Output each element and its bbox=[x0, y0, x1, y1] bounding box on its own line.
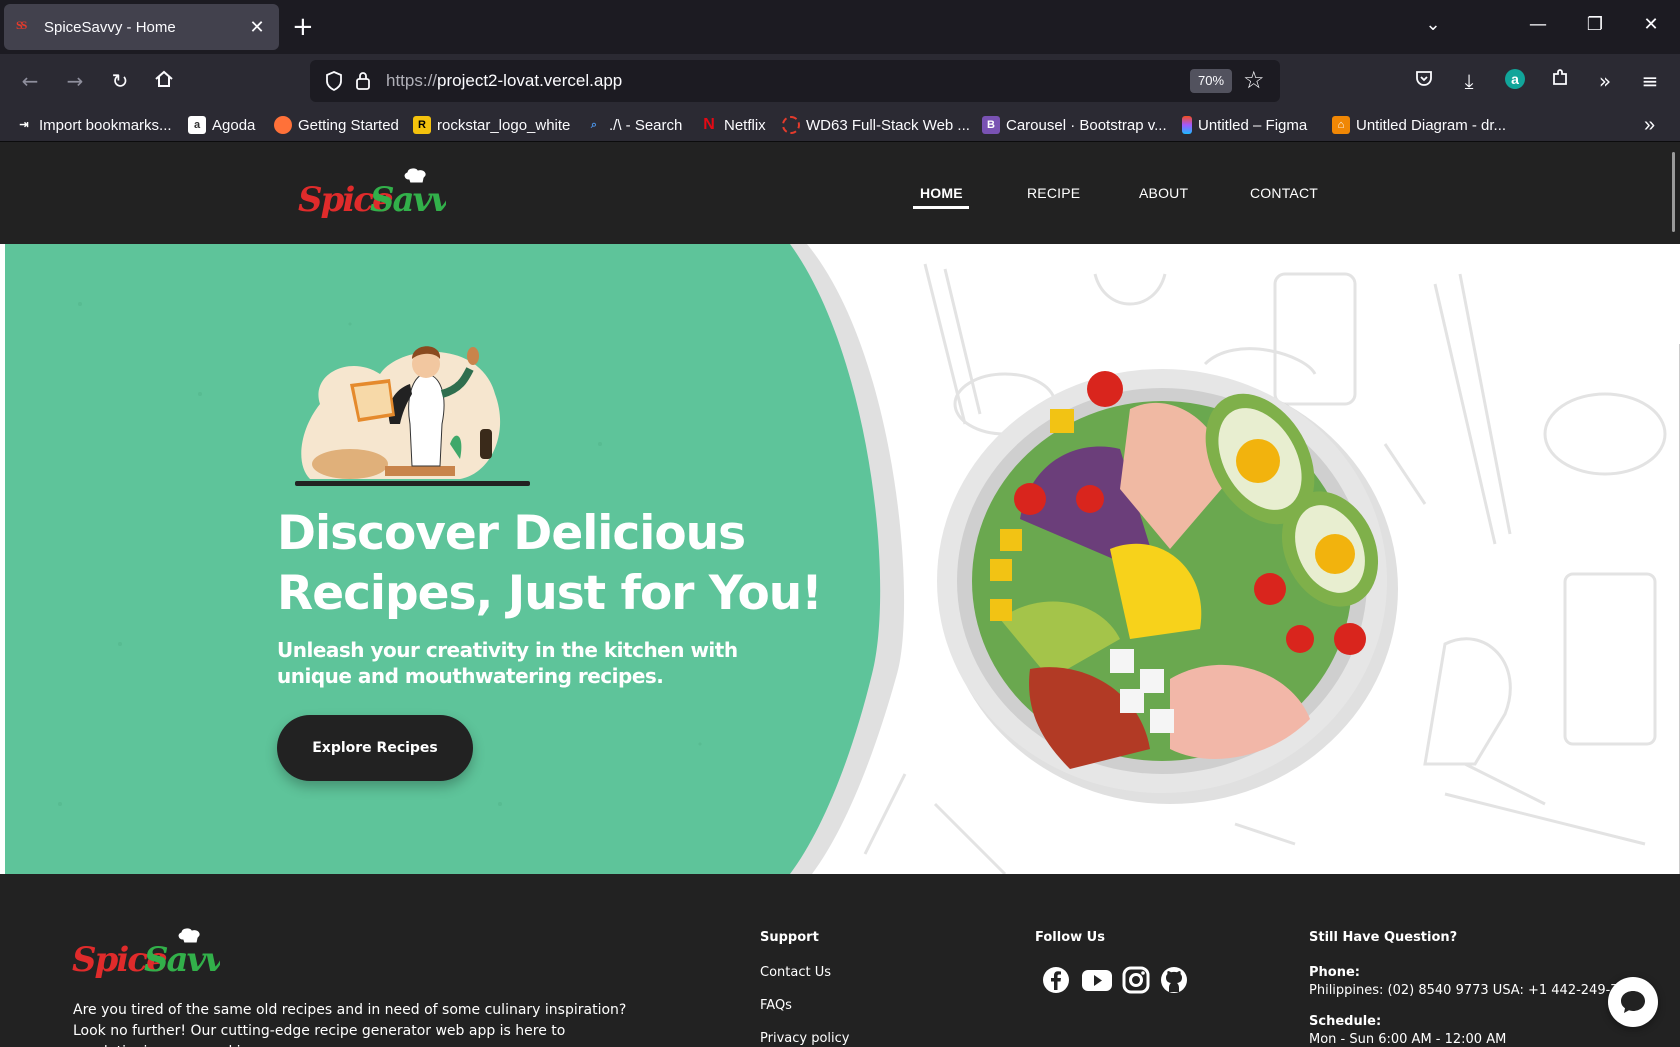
bookmarks-toolbar: ⇥ Import bookmarks... a Agoda Getting Star… bbox=[0, 108, 1680, 142]
phone-label: Phone: bbox=[1309, 965, 1360, 980]
chat-icon bbox=[1621, 991, 1645, 1013]
bookmark-figma[interactable]: Untitled – Figma bbox=[1182, 115, 1307, 135]
chef-reading-recipe-illustration bbox=[295, 346, 530, 486]
bootstrap-icon: B bbox=[982, 116, 1000, 134]
forward-icon[interactable]: → bbox=[62, 68, 88, 94]
faqs-link[interactable]: FAQs bbox=[760, 998, 792, 1013]
schedule-value: Mon - Sun 6:00 AM - 12:00 AM bbox=[1309, 1032, 1507, 1047]
avion-icon bbox=[782, 116, 800, 134]
extensions-icon[interactable] bbox=[1547, 68, 1573, 94]
svg-text:a: a bbox=[1511, 71, 1519, 87]
web-page: Spice Savvy HOME RECIPE ABOUT CONTACT bbox=[0, 142, 1680, 1047]
svg-text:Savvy: Savvy bbox=[144, 940, 220, 980]
github-icon[interactable] bbox=[1160, 966, 1188, 994]
nav-recipe[interactable]: RECIPE bbox=[1027, 185, 1080, 209]
hero-subtitle: Unleash your creativity in the kitchen w… bbox=[277, 638, 738, 688]
home-icon[interactable] bbox=[151, 68, 177, 94]
tab-close-icon[interactable]: ✕ bbox=[247, 17, 267, 38]
still-have-question-heading: Still Have Question? bbox=[1309, 930, 1458, 945]
bookmark-netflix[interactable]: N Netflix bbox=[700, 115, 765, 135]
app-menu-icon[interactable]: ≡ bbox=[1637, 68, 1663, 94]
contact-us-link[interactable]: Contact Us bbox=[760, 965, 831, 980]
list-all-tabs-icon[interactable]: ⌄ bbox=[1420, 14, 1446, 35]
bookmark-import[interactable]: ⇥ Import bookmarks... bbox=[15, 115, 171, 135]
bookmark-agoda[interactable]: a Agoda bbox=[188, 115, 255, 135]
extension-a-icon[interactable]: a bbox=[1502, 68, 1528, 94]
nav-contact[interactable]: CONTACT bbox=[1250, 185, 1318, 209]
bookmark-wd63[interactable]: WD63 Full-Stack Web ... bbox=[782, 115, 970, 135]
new-tab-icon[interactable]: + bbox=[292, 12, 314, 42]
restore-icon[interactable]: ❐ bbox=[1582, 14, 1608, 35]
agoda-icon: a bbox=[188, 116, 206, 134]
explore-recipes-button[interactable]: Explore Recipes bbox=[277, 715, 473, 781]
salad-bowl-image bbox=[937, 369, 1398, 804]
footer-spicesavvy-logo[interactable]: Spice Savvy bbox=[70, 926, 220, 984]
back-icon[interactable]: ← bbox=[17, 68, 43, 94]
support-heading: Support bbox=[760, 930, 819, 945]
site-header: Spice Savvy HOME RECIPE ABOUT CONTACT bbox=[0, 142, 1680, 244]
import-icon: ⇥ bbox=[19, 119, 29, 131]
site-footer: Spice Savvy Are you tired of the same ol… bbox=[0, 874, 1680, 1047]
url-text[interactable]: https://project2-lovat.vercel.app bbox=[386, 71, 622, 91]
drawio-icon: ⌂ bbox=[1332, 116, 1350, 134]
privacy-policy-link[interactable]: Privacy policy bbox=[760, 1031, 849, 1046]
youtube-icon[interactable] bbox=[1081, 966, 1113, 994]
netflix-icon: N bbox=[703, 116, 715, 133]
navigation-toolbar: ← → ↻ https://project2-lovat.vercel.app … bbox=[0, 54, 1680, 108]
chat-bubble-button[interactable] bbox=[1608, 977, 1658, 1027]
lock-icon[interactable] bbox=[354, 70, 372, 96]
bookmark-bootstrap[interactable]: B Carousel · Bootstrap v... bbox=[982, 115, 1167, 135]
hero-title: Discover Delicious Recipes, Just for You… bbox=[277, 506, 823, 621]
instagram-icon[interactable] bbox=[1122, 966, 1150, 994]
shield-icon[interactable] bbox=[324, 70, 344, 96]
nav-about[interactable]: ABOUT bbox=[1139, 185, 1188, 209]
page-scrollbar-thumb[interactable] bbox=[1672, 152, 1675, 232]
tab-title: SpiceSavvy - Home bbox=[44, 18, 176, 36]
bookmark-getting-started[interactable]: Getting Started bbox=[274, 115, 399, 135]
svg-text:Savvy: Savvy bbox=[370, 180, 446, 220]
more-bookmarks-icon[interactable]: » bbox=[1644, 114, 1655, 136]
schedule-label: Schedule: bbox=[1309, 1014, 1382, 1029]
rockstar-icon: R bbox=[413, 116, 431, 134]
spicesavvy-logo[interactable]: Spice Savvy bbox=[296, 166, 446, 224]
footer-about-text: Are you tired of the same old recipes an… bbox=[73, 1002, 627, 1047]
bookmark-drawio[interactable]: ⌂ Untitled Diagram - dr... bbox=[1332, 115, 1506, 135]
minimize-icon[interactable]: — bbox=[1525, 14, 1551, 35]
phone-value: Philippines: (02) 8540 9773 USA: +1 442-… bbox=[1309, 983, 1627, 998]
pocket-icon[interactable] bbox=[1411, 68, 1437, 94]
bookmark-rockstar[interactable]: Rrockstar_logo_white bbox=[413, 115, 570, 135]
hero-section: Discover Delicious Recipes, Just for You… bbox=[5, 244, 1680, 874]
overflow-chevrons-icon[interactable]: » bbox=[1592, 68, 1618, 94]
follow-us-heading: Follow Us bbox=[1035, 930, 1105, 945]
facebook-icon[interactable] bbox=[1042, 966, 1070, 994]
nav-active-underline bbox=[913, 206, 969, 209]
tab-spicesavvy[interactable]: SS SpiceSavvy - Home ✕ bbox=[4, 4, 279, 50]
window-close-icon[interactable]: ✕ bbox=[1638, 14, 1664, 35]
downloads-icon[interactable]: ⤓ bbox=[1456, 68, 1482, 94]
spicesavvy-favicon-icon: SS bbox=[16, 18, 27, 32]
url-bar[interactable]: https://project2-lovat.vercel.app 70% ☆ bbox=[310, 60, 1280, 102]
search-icon: ⌕ bbox=[590, 119, 598, 131]
tab-bar: SS SpiceSavvy - Home ✕ + ⌄ — ❐ ✕ bbox=[0, 0, 1680, 54]
firefox-icon bbox=[274, 116, 292, 134]
bookmark-star-icon[interactable]: ☆ bbox=[1243, 66, 1265, 94]
reload-icon[interactable]: ↻ bbox=[107, 68, 133, 94]
figma-icon bbox=[1182, 116, 1192, 134]
zoom-indicator[interactable]: 70% bbox=[1190, 69, 1232, 93]
bookmark-search[interactable]: ⌕ ./\ - Search bbox=[585, 115, 682, 135]
